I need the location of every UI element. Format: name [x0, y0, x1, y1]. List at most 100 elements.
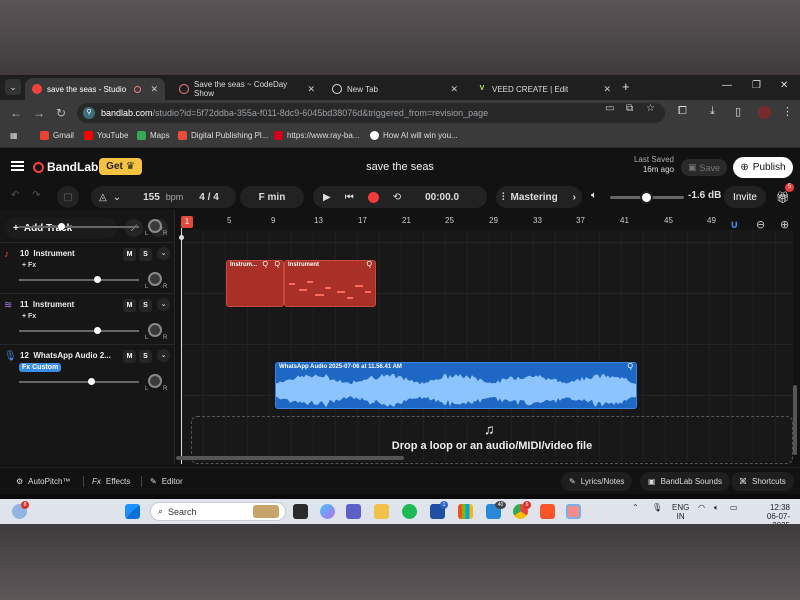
show-hidden-icons[interactable]: ⌃ — [632, 503, 639, 512]
tab-veed-create[interactable]: V VEED CREATE | Edit ✕ — [470, 78, 618, 100]
close-tab-icon[interactable]: ✕ — [150, 84, 158, 95]
restore-window-icon[interactable]: ❐ — [752, 80, 761, 91]
battery-icon[interactable]: ▭ — [730, 503, 738, 512]
bookmark-star-icon[interactable]: ☆ — [646, 103, 655, 114]
track-name[interactable]: 12 WhatsApp Audio 2... — [20, 351, 111, 360]
picture-in-picture-icon[interactable]: ⧉ — [626, 103, 633, 114]
master-volume-knob[interactable] — [640, 191, 653, 204]
pan-knob[interactable] — [148, 219, 162, 233]
chevron-down-icon[interactable]: ⌄ — [157, 298, 170, 311]
wifi-icon[interactable]: ◠ — [698, 503, 705, 512]
teams-icon[interactable] — [346, 504, 361, 519]
volume-knob[interactable] — [94, 276, 101, 283]
track-name[interactable]: 10 Instrument — [20, 249, 75, 258]
reload-icon[interactable]: ↻ — [56, 106, 66, 120]
tab-search-button[interactable]: ⌄ — [5, 79, 21, 95]
bookmark-maps[interactable]: Maps — [137, 131, 170, 140]
save-button[interactable]: ▣ Save — [681, 159, 727, 176]
add-fx-button[interactable]: + Fx — [19, 312, 39, 321]
mute-button[interactable]: M — [123, 299, 136, 312]
microphone-tray-icon[interactable]: 🎙︎ — [652, 503, 662, 512]
close-tab-icon[interactable]: ✕ — [603, 84, 611, 95]
timeline-ruler[interactable]: 1 5 9 13 17 21 25 29 33 37 41 45 49 — [181, 216, 725, 229]
solo-button[interactable]: S — [139, 350, 152, 363]
forward-icon[interactable]: → — [33, 106, 45, 120]
horizontal-scrollbar[interactable] — [176, 456, 404, 460]
site-info-icon[interactable]: ⚲ — [83, 107, 95, 119]
fx-custom-badge[interactable]: Fx Custom — [19, 363, 62, 372]
active-app-icon[interactable] — [566, 504, 581, 519]
quantize-icon[interactable]: Q — [367, 261, 372, 268]
install-app-icon[interactable]: ▭ — [605, 103, 614, 114]
chrome-menu-icon[interactable]: ⋮ — [782, 105, 793, 118]
mute-button[interactable]: M — [123, 350, 136, 363]
bookmark-digital-publishing[interactable]: Digital Publishing Pl... — [178, 131, 268, 140]
pan-knob[interactable] — [148, 323, 162, 337]
apps-grid-icon[interactable]: ▦ — [10, 131, 18, 140]
vertical-scrollbar[interactable] — [793, 385, 797, 455]
speaker-icon[interactable]: 🔈︎ — [714, 503, 719, 513]
volume-knob[interactable] — [94, 327, 101, 334]
audio-region[interactable]: WhatsApp Audio 2025-07-06 at 11.56.41 AM… — [275, 362, 637, 409]
volume-slider[interactable] — [19, 330, 139, 332]
key-selector[interactable]: F min — [240, 186, 304, 208]
extensions-icon[interactable]: ⧠ — [678, 105, 687, 118]
bandlab-logo[interactable]: BandLab — [33, 160, 98, 174]
volume-knob[interactable] — [58, 223, 65, 230]
taskbar-search-input[interactable]: ⌕ Search — [150, 502, 286, 521]
chevron-down-icon[interactable]: ⌄ — [157, 349, 170, 362]
editor-button[interactable]: ✎ Editor — [150, 472, 183, 491]
loop-icon[interactable]: ⟲ — [393, 192, 401, 203]
close-tab-icon[interactable]: ✕ — [307, 84, 315, 95]
playhead-handle[interactable] — [179, 235, 184, 240]
language-indicator[interactable]: ENG IN — [672, 503, 689, 521]
pan-knob[interactable] — [148, 374, 162, 388]
microsoft-store-icon[interactable] — [458, 504, 473, 519]
solo-button[interactable]: S — [139, 248, 152, 261]
lyrics-notes-button[interactable]: ✎ Lyrics/Notes — [561, 472, 633, 491]
quantize-icon[interactable]: Q — [263, 261, 268, 268]
track-10[interactable]: ♪ 10 Instrument M S ⌄ + Fx L R — [0, 242, 175, 293]
playhead[interactable] — [181, 228, 182, 464]
volume-knob[interactable] — [88, 378, 95, 385]
time-signature[interactable]: 4 / 4 — [199, 192, 218, 203]
project-title[interactable]: save the seas — [330, 161, 470, 173]
tab-codeday-show[interactable]: Save the seas ~ CodeDay Show ✕ — [172, 78, 322, 100]
new-tab-button[interactable]: + — [622, 79, 630, 94]
chevron-down-icon[interactable]: ⌄ — [157, 247, 170, 260]
midi-region[interactable]: Instrum... Q Q — [226, 260, 284, 307]
get-membership-button[interactable]: Get ♛ — [99, 158, 142, 175]
spotify-icon[interactable] — [402, 504, 417, 519]
volume-slider[interactable] — [19, 226, 139, 228]
brave-icon[interactable] — [540, 504, 555, 519]
track-12[interactable]: 🎙︎ 12 WhatsApp Audio 2... M S ⌄ Fx Custo… — [0, 344, 175, 395]
shortcuts-button[interactable]: ⌘ Shortcuts — [731, 472, 794, 491]
windows-start-icon[interactable] — [125, 504, 140, 519]
clock[interactable]: 12:3806-07-2025 — [750, 503, 790, 524]
publish-button[interactable]: ⊕ Publish — [733, 157, 793, 178]
copilot-icon[interactable] — [320, 504, 335, 519]
quantize-icon[interactable]: Q — [275, 261, 280, 268]
back-icon[interactable]: ← — [10, 106, 22, 120]
volume-slider[interactable] — [19, 279, 139, 281]
play-icon[interactable]: ▶ — [323, 192, 331, 203]
bookmark-gmail[interactable]: Gmail — [40, 131, 74, 140]
close-window-icon[interactable]: ✕ — [780, 80, 788, 91]
gift-icon[interactable]: 🎁︎ — [776, 191, 790, 204]
mute-button[interactable]: M — [123, 248, 136, 261]
invite-button[interactable]: Invite — [724, 186, 766, 208]
bookmark-how-ai[interactable]: How AI will win you... — [370, 131, 458, 140]
volume-slider[interactable] — [19, 381, 139, 383]
mastering-button[interactable]: ⫶ Mastering › — [496, 186, 582, 208]
bookmark-youtube[interactable]: YouTube — [84, 131, 128, 140]
file-explorer-icon[interactable] — [374, 504, 389, 519]
quantize-icon[interactable]: Q — [628, 363, 633, 370]
midi-region[interactable]: Instrument Q — [284, 260, 376, 307]
menu-icon[interactable] — [11, 161, 24, 171]
track-name[interactable]: 11 Instrument — [20, 300, 74, 309]
tab-bandlab-studio[interactable]: save the seas - Studio ✕ — [25, 78, 165, 100]
download-icon[interactable]: ⤓ — [710, 105, 715, 118]
pan-knob[interactable] — [148, 272, 162, 286]
minimize-window-icon[interactable]: — — [722, 80, 732, 91]
track-11[interactable]: ≋ 11 Instrument M S ⌄ + Fx L R — [0, 293, 175, 344]
